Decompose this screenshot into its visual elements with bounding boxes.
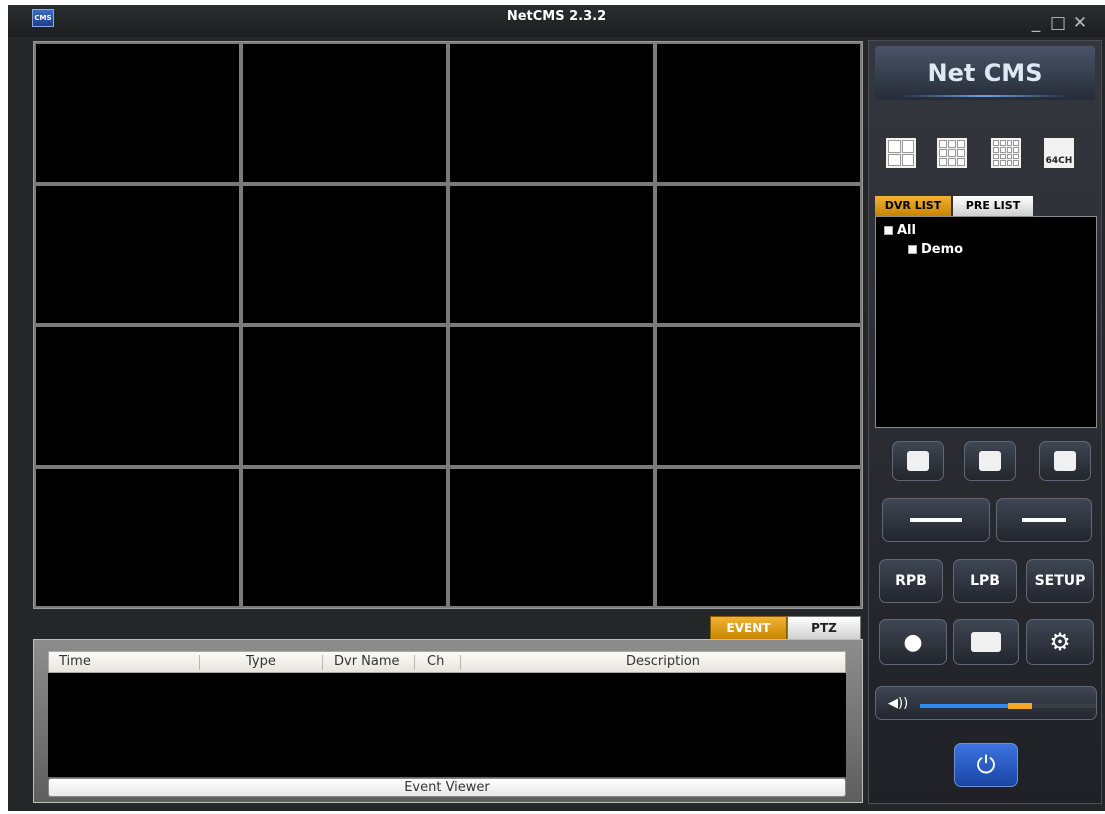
video-cell[interactable]: [36, 327, 239, 465]
volume-slider[interactable]: [920, 703, 1096, 709]
expand-icon[interactable]: [908, 245, 917, 254]
tab-event[interactable]: EVENT: [710, 616, 787, 641]
video-cell[interactable]: [450, 468, 653, 606]
event-viewer-panel: Time Type Dvr Name Ch Description Event …: [33, 639, 863, 803]
document-icon: [907, 451, 929, 471]
config-button[interactable]: ⚙: [1026, 619, 1094, 665]
tab-pre-list[interactable]: PRE LIST: [953, 196, 1033, 216]
camera-icon: [971, 632, 1001, 652]
disconnect-button[interactable]: [996, 498, 1092, 542]
tree-label-demo: Demo: [921, 242, 964, 257]
minimize-button[interactable]: _: [1026, 13, 1046, 33]
video-cell[interactable]: [36, 468, 239, 606]
gear-folder-icon: [1054, 451, 1076, 471]
rpb-button[interactable]: RPB: [879, 559, 943, 603]
video-cell[interactable]: [450, 185, 653, 323]
disconnect-icon: [1022, 518, 1066, 522]
event-list[interactable]: [48, 673, 846, 777]
snapshot-button[interactable]: [953, 619, 1019, 665]
video-cell[interactable]: [243, 327, 446, 465]
column-header-description[interactable]: Description: [626, 654, 700, 669]
power-button[interactable]: ⏻: [954, 743, 1018, 787]
layout-64-button[interactable]: 64CH: [1042, 136, 1076, 170]
collapse-icon[interactable]: [884, 226, 893, 235]
video-cell[interactable]: [243, 44, 446, 182]
video-cell[interactable]: [657, 185, 860, 323]
video-cell[interactable]: [243, 468, 446, 606]
tree-label-all: All: [897, 223, 916, 238]
video-cell[interactable]: [657, 327, 860, 465]
control-panel: Net CMS 64CH DVR LIST PRE LIST All Demo: [868, 40, 1102, 804]
device-settings-button[interactable]: [1039, 441, 1091, 481]
maximize-button[interactable]: □: [1048, 13, 1068, 33]
gear-icon: ⚙: [1049, 628, 1071, 656]
video-cell[interactable]: [450, 327, 653, 465]
column-header-dvr-name[interactable]: Dvr Name: [334, 654, 400, 669]
event-table-header: Time Type Dvr Name Ch Description: [48, 651, 846, 673]
connect-button[interactable]: [882, 498, 990, 542]
column-header-type[interactable]: Type: [246, 654, 276, 669]
window-title: NetCMS 2.3.2: [506, 9, 607, 24]
tree-node-all[interactable]: All: [884, 223, 916, 238]
title-bar: CMS NetCMS 2.3.2 _ □ ✕: [8, 5, 1105, 37]
delete-button[interactable]: [964, 441, 1016, 481]
video-cell[interactable]: [36, 44, 239, 182]
tab-ptz[interactable]: PTZ: [787, 616, 861, 641]
brand-underline: [899, 95, 1069, 97]
close-button[interactable]: ✕: [1070, 13, 1090, 33]
column-header-ch[interactable]: Ch: [427, 654, 444, 669]
dvr-tree: All Demo: [875, 216, 1097, 428]
brand-logo: Net CMS: [875, 46, 1095, 100]
tree-node-demo[interactable]: Demo: [908, 242, 963, 257]
volume-control: ◀)): [875, 686, 1097, 720]
video-cell[interactable]: [450, 44, 653, 182]
video-cell[interactable]: [657, 468, 860, 606]
user-icon: ●: [903, 629, 923, 655]
video-cell[interactable]: [243, 185, 446, 323]
layout-16-button[interactable]: [989, 136, 1023, 170]
layout-4-button[interactable]: [884, 136, 918, 170]
video-cell[interactable]: [657, 44, 860, 182]
setup-button[interactable]: SETUP: [1026, 559, 1094, 603]
open-file-button[interactable]: [892, 441, 944, 481]
volume-fill: [920, 704, 1021, 708]
connect-icon: [910, 518, 962, 522]
event-viewer-label: Event Viewer: [48, 778, 846, 797]
video-grid: [33, 41, 863, 609]
delete-icon: [979, 451, 1001, 471]
layout-9-button[interactable]: [935, 136, 969, 170]
app-window: CMS NetCMS 2.3.2 _ □ ✕ EVENT PTZ Time Ty…: [8, 5, 1105, 811]
layout-64-label: 64CH: [1045, 156, 1073, 166]
volume-handle[interactable]: [1008, 703, 1033, 709]
user-button[interactable]: ●: [879, 619, 947, 665]
speaker-icon[interactable]: ◀)): [888, 696, 908, 711]
lpb-button[interactable]: LPB: [953, 559, 1017, 603]
column-header-time[interactable]: Time: [59, 654, 91, 669]
tab-dvr-list[interactable]: DVR LIST: [875, 196, 951, 216]
video-cell[interactable]: [36, 185, 239, 323]
